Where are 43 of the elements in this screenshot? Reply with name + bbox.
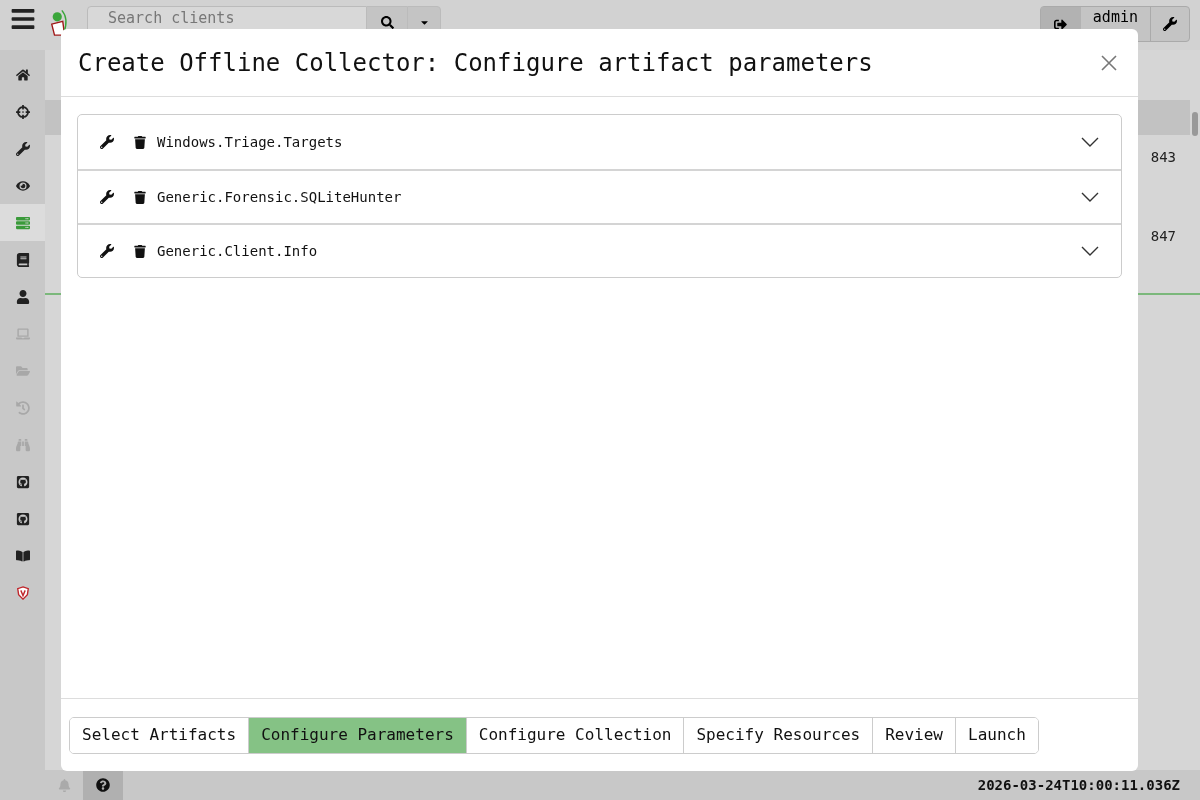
chevron-down-icon [1081, 192, 1099, 202]
table-cell-text: 843 [1150, 148, 1176, 167]
accordion-item[interactable]: Generic.Forensic.SQLiteHunter [78, 169, 1121, 223]
wrench-icon [15, 141, 30, 156]
help-button[interactable] [83, 770, 123, 800]
folder-icon [15, 363, 30, 378]
wrench-icon [1163, 17, 1177, 31]
accordion-item[interactable]: Generic.Client.Info [78, 223, 1121, 277]
shield-icon [15, 585, 30, 600]
dialog-title: Create Offline Collector: Configure artifact parameters [78, 47, 874, 79]
logout-icon [1054, 17, 1068, 31]
table-cell-text: 847 [1150, 227, 1176, 246]
github-icon [15, 474, 30, 489]
book-icon [15, 252, 30, 267]
crosshair-icon [15, 104, 30, 119]
wrench-icon[interactable] [100, 244, 114, 258]
close-icon [1101, 54, 1117, 71]
wrench-icon[interactable] [100, 135, 114, 149]
trash-icon[interactable] [134, 190, 146, 204]
home-icon [15, 67, 30, 82]
step-tab[interactable]: Configure Parameters [248, 717, 466, 753]
menu-icon[interactable] [9, 6, 36, 32]
chevron-down-icon [1081, 137, 1099, 147]
wrench-icon[interactable] [100, 190, 114, 204]
search-icon [380, 15, 394, 29]
open-book-icon [15, 548, 30, 563]
laptop-icon [15, 326, 30, 341]
trash-icon[interactable] [134, 244, 146, 258]
server-icon [15, 215, 30, 230]
history-icon [15, 400, 30, 415]
help-icon [96, 778, 110, 792]
binoculars-icon [15, 437, 30, 452]
trash-icon[interactable] [134, 135, 146, 149]
eye-icon [15, 178, 30, 193]
accordion-item[interactable]: Windows.Triage.Targets [78, 115, 1121, 169]
artifact-name: Generic.Client.Info [157, 241, 319, 261]
timestamp: 2026-03-24T10:00:11.036Z [977, 775, 1180, 795]
step-tab[interactable]: Launch [955, 717, 1038, 753]
artifact-name: Generic.Forensic.SQLiteHunter [157, 187, 403, 207]
artifact-name: Windows.Triage.Targets [157, 132, 344, 152]
user-icon [15, 289, 30, 304]
github-icon [15, 511, 30, 526]
chevron-down-icon [1081, 246, 1099, 256]
